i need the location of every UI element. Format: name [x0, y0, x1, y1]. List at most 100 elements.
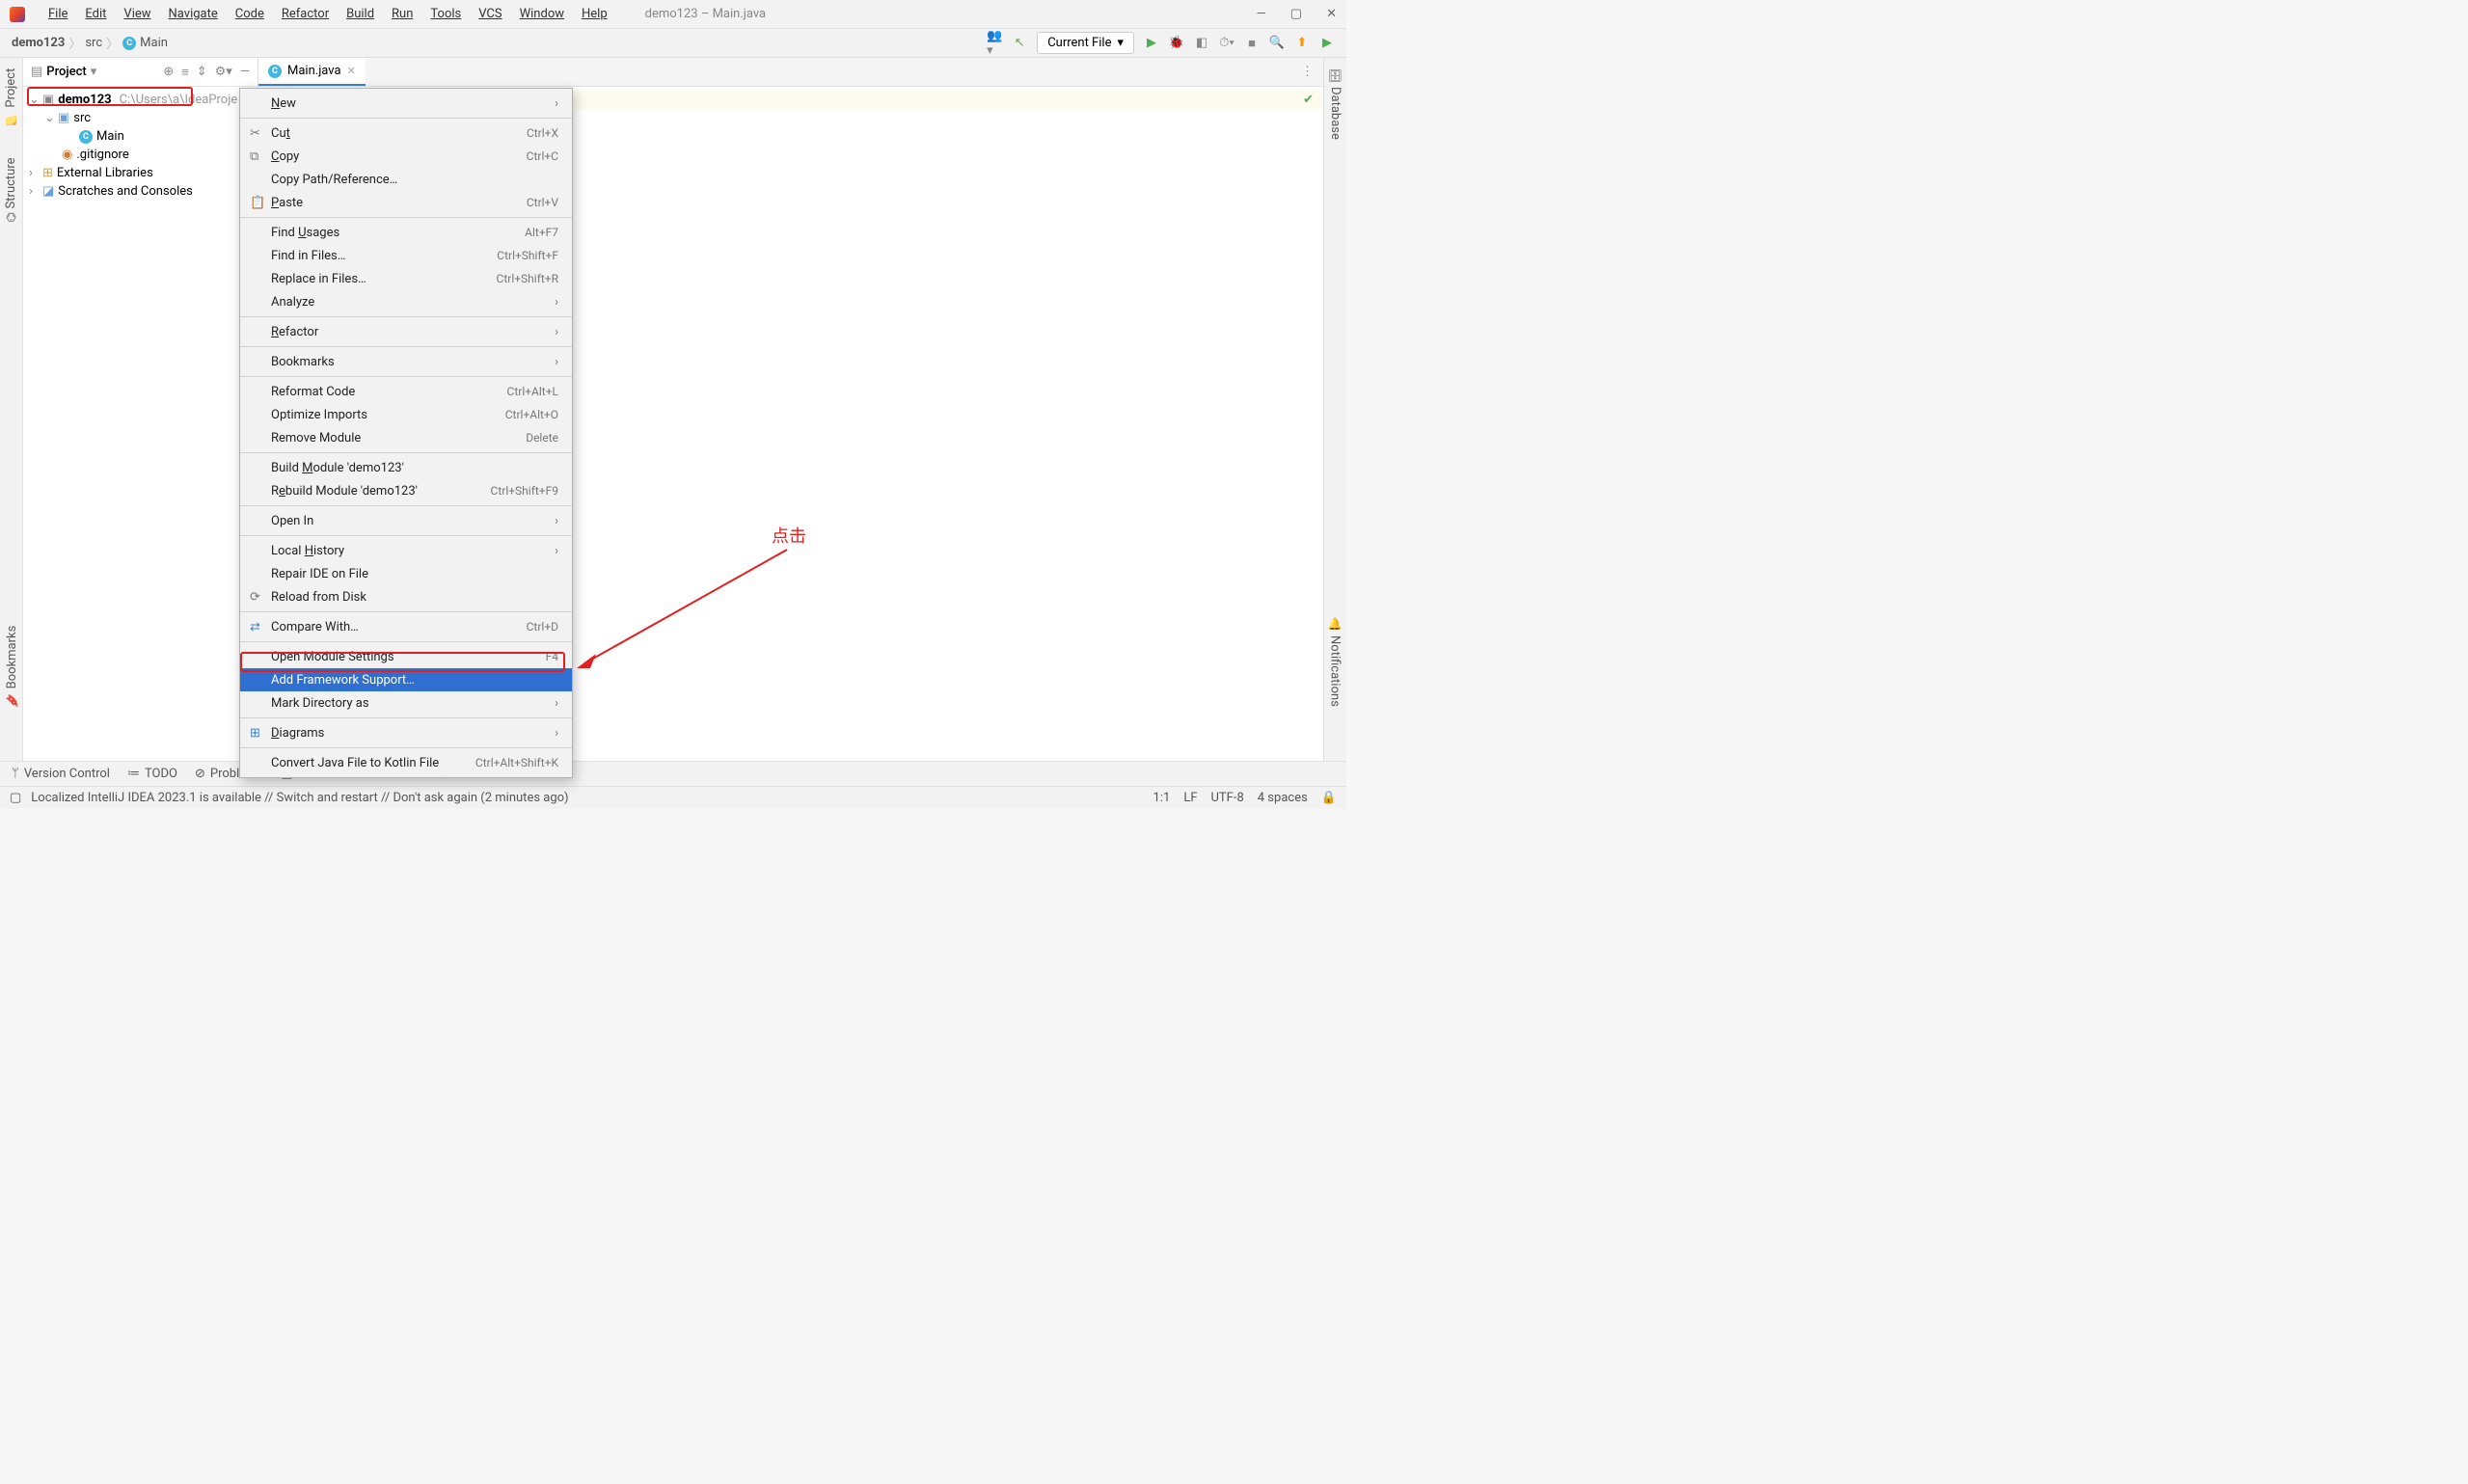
sidebar-structure-tab[interactable]: ⌬ Structure	[4, 151, 18, 228]
ide-play-icon[interactable]: ▶	[1319, 36, 1335, 51]
status-overlay-icon[interactable]: ▢	[10, 791, 21, 805]
folder-icon: ▣	[58, 111, 69, 125]
sidebar-project-tab[interactable]: 📁 Project	[4, 63, 18, 132]
cm-rebuild-module[interactable]: Rebuild Module 'demo123'Ctrl+Shift+F9	[240, 479, 572, 502]
run-config-selector[interactable]: Current File ▾	[1037, 32, 1134, 54]
menu-edit[interactable]: Edit	[76, 3, 115, 25]
breadcrumb-project[interactable]: demo123	[12, 36, 65, 50]
tree-src[interactable]: ⌄ ▣ src	[23, 109, 258, 127]
cm-reload-disk[interactable]: ⟳Reload from Disk	[240, 585, 572, 608]
cm-new[interactable]: New›	[240, 92, 572, 115]
cm-compare-with[interactable]: ⇄Compare With…Ctrl+D	[240, 615, 572, 638]
cm-find-usages[interactable]: Find UsagesAlt+F7	[240, 221, 572, 244]
compare-icon: ⇄	[250, 620, 263, 634]
cm-convert-kotlin[interactable]: Convert Java File to Kotlin FileCtrl+Alt…	[240, 751, 572, 774]
window-minimize[interactable]: —	[1257, 7, 1266, 21]
cm-local-history[interactable]: Local History›	[240, 539, 572, 562]
cm-replace-in-files[interactable]: Replace in Files…Ctrl+Shift+R	[240, 267, 572, 290]
cm-remove-module[interactable]: Remove ModuleDelete	[240, 426, 572, 449]
menu-window[interactable]: Window	[511, 3, 573, 25]
build-hammer-icon[interactable]: ↖	[1012, 36, 1027, 51]
class-icon: C	[268, 65, 282, 78]
cm-refactor[interactable]: Refactor›	[240, 320, 572, 343]
editor-tabs: C Main.java ✕ ⋮	[258, 58, 1323, 87]
bottom-vcs-tab[interactable]: ᛘVersion Control	[12, 767, 110, 781]
sidebar-bookmarks-tab[interactable]: 🔖 Bookmarks	[5, 620, 19, 713]
close-icon[interactable]: ✕	[347, 65, 356, 77]
menu-run[interactable]: Run	[383, 3, 421, 25]
window-close[interactable]: ✕	[1326, 7, 1337, 21]
cm-build-module[interactable]: Build Module 'demo123'	[240, 456, 572, 479]
chevron-down-icon[interactable]: ▾	[91, 65, 97, 79]
tree-gitignore[interactable]: ◉ .gitignore	[23, 146, 258, 164]
chevron-right-icon: ›	[29, 166, 39, 180]
tree-item-label: External Libraries	[57, 166, 153, 180]
cm-mark-directory[interactable]: Mark Directory as›	[240, 691, 572, 715]
submenu-arrow-icon: ›	[555, 696, 558, 711]
status-lock-icon[interactable]: 🔒	[1321, 791, 1337, 805]
gear-icon[interactable]: ⚙▾	[215, 65, 232, 80]
menu-file[interactable]: File	[40, 3, 76, 25]
cĭm-optimize[interactable]: Optimize ImportsCtrl+Alt+O	[240, 403, 572, 426]
cm-repair-ide[interactable]: Repair IDE on File	[240, 562, 572, 585]
coverage-icon[interactable]: ◧	[1194, 36, 1209, 51]
run-button-icon[interactable]: ▶	[1144, 36, 1159, 51]
tree-main[interactable]: C Main	[23, 127, 258, 146]
collapse-all-icon[interactable]: ⇕	[197, 65, 207, 80]
separator	[240, 641, 572, 642]
chevron-right-icon: ›	[29, 184, 39, 199]
status-line-ending[interactable]: LF	[1183, 791, 1197, 805]
debug-button-icon[interactable]: 🐞	[1169, 36, 1184, 51]
status-encoding[interactable]: UTF-8	[1211, 791, 1244, 805]
select-opened-icon[interactable]: ⊕	[163, 65, 174, 80]
search-icon[interactable]: 🔍	[1269, 36, 1285, 51]
user-dropdown-icon[interactable]: 👥▾	[987, 36, 1002, 51]
menu-tools[interactable]: Tools	[421, 3, 470, 25]
cm-reformat[interactable]: Reformat CodeCtrl+Alt+L	[240, 380, 572, 403]
menu-help[interactable]: Help	[573, 3, 616, 25]
library-icon: ⊞	[42, 166, 53, 180]
cm-cut[interactable]: ✂CutCtrl+X	[240, 121, 572, 145]
cm-bookmarks[interactable]: Bookmarks›	[240, 350, 572, 373]
cm-open-in[interactable]: Open In›	[240, 509, 572, 532]
breadcrumb[interactable]: demo123 〉 src 〉 C Main	[12, 34, 168, 52]
submenu-arrow-icon: ›	[555, 96, 558, 111]
status-position[interactable]: 1:1	[1153, 791, 1171, 805]
menu-view[interactable]: View	[115, 3, 159, 25]
status-message[interactable]: Localized IntelliJ IDEA 2023.1 is availa…	[31, 791, 568, 805]
editor-tab-menu-icon[interactable]: ⋮	[1301, 65, 1323, 79]
stop-icon[interactable]: ■	[1244, 36, 1260, 51]
breadcrumb-class[interactable]: Main	[140, 36, 168, 50]
hide-icon[interactable]: —	[240, 65, 250, 80]
editor-tab[interactable]: C Main.java ✕	[258, 58, 366, 86]
menu-navigate[interactable]: Navigate	[160, 3, 227, 25]
menu-vcs[interactable]: VCS	[470, 3, 510, 25]
cm-analyze[interactable]: Analyze›	[240, 290, 572, 313]
menu-build[interactable]: Build	[338, 3, 383, 25]
menu-refactor[interactable]: Refactor	[273, 3, 338, 25]
cm-copy-path[interactable]: Copy Path/Reference…	[240, 168, 572, 191]
status-indent[interactable]: 4 spaces	[1258, 791, 1308, 805]
cm-copy[interactable]: ⧉CopyCtrl+C	[240, 145, 572, 168]
cm-find-in-files[interactable]: Find in Files…Ctrl+Shift+F	[240, 244, 572, 267]
expand-all-icon[interactable]: ≡	[181, 65, 189, 80]
menu-code[interactable]: Code	[227, 3, 273, 25]
window-maximize[interactable]: ▢	[1290, 7, 1302, 21]
project-pane-header[interactable]: ▤ Project ▾ ⊕ ≡ ⇕ ⚙▾ —	[23, 58, 258, 87]
sidebar-database-tab[interactable]: 🗄 Database	[1328, 63, 1342, 146]
class-icon: C	[122, 37, 136, 50]
sidebar-notifications-tab[interactable]: 🔔 Notifications	[1328, 611, 1342, 713]
chevron-down-icon: ⌄	[44, 111, 54, 125]
cm-diagrams[interactable]: ⊞Diagrams›	[240, 721, 572, 744]
bottom-todo-tab[interactable]: ≔TODO	[127, 767, 177, 781]
tree-external-libs[interactable]: › ⊞ External Libraries	[23, 164, 258, 182]
cm-open-module-settings[interactable]: Open Module SettingsF4	[240, 645, 572, 668]
tree-scratches[interactable]: › ◪ Scratches and Consoles	[23, 182, 258, 201]
inspection-ok-icon[interactable]: ✔	[1303, 93, 1314, 107]
breadcrumb-src[interactable]: src	[85, 36, 102, 50]
profiler-icon[interactable]: ⏱▾	[1219, 36, 1234, 51]
scratch-icon: ◪	[42, 184, 54, 199]
cm-add-framework[interactable]: Add Framework Support…	[240, 668, 572, 691]
cm-paste[interactable]: 📋PasteCtrl+V	[240, 191, 572, 214]
update-icon[interactable]: ⬆	[1294, 36, 1310, 51]
